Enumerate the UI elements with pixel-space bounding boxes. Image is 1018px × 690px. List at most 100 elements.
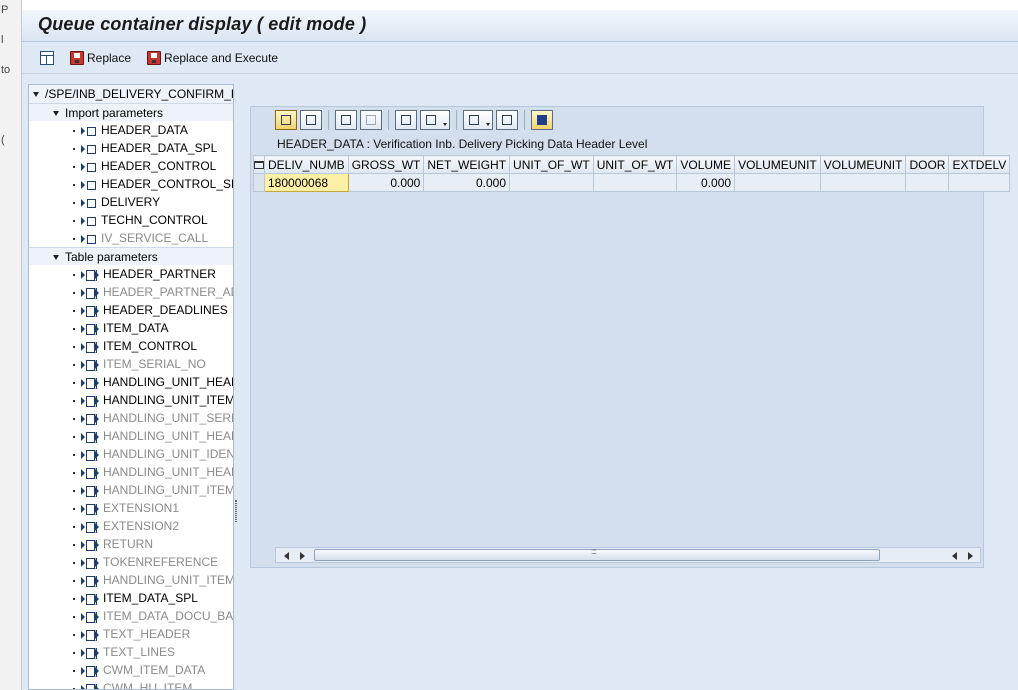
table-cell[interactable]: 0.000 bbox=[347, 173, 425, 192]
table-parameter-item[interactable]: HANDLING_UNIT_ITEM_ bbox=[29, 571, 233, 589]
table-parameter-item[interactable]: HANDLING_UNIT_ITEM bbox=[29, 391, 233, 409]
import-parameter-item[interactable]: IV_SERVICE_CALL bbox=[29, 229, 233, 247]
table-parameter-item[interactable]: EXTENSION1 bbox=[29, 499, 233, 517]
import-parameter-item[interactable]: HEADER_CONTROL bbox=[29, 157, 233, 175]
edge-char: to bbox=[1, 64, 11, 76]
table-parameter-icon bbox=[81, 611, 99, 623]
import-parameters-folder[interactable]: Import parameters bbox=[29, 103, 233, 121]
table-parameter-item[interactable]: ITEM_DATA_SPL bbox=[29, 589, 233, 607]
table-parameter-item[interactable]: HANDLING_UNIT_HEAD bbox=[29, 463, 233, 481]
scroll-left-icon[interactable] bbox=[284, 552, 289, 560]
table-parameter-item[interactable]: HEADER_PARTNER bbox=[29, 265, 233, 283]
table-parameter-item[interactable]: HANDLING_UNIT_SERNO bbox=[29, 409, 233, 427]
tree-item-label: HANDLING_UNIT_IDENT bbox=[103, 447, 233, 461]
table-cell[interactable] bbox=[905, 173, 950, 192]
tree-root-node[interactable]: /SPE/INB_DELIVERY_CONFIRM_DEC bbox=[29, 85, 233, 103]
export-icon[interactable] bbox=[463, 110, 493, 130]
row-selector[interactable] bbox=[253, 173, 265, 192]
select-all-icon[interactable] bbox=[254, 160, 264, 169]
table-cell[interactable] bbox=[734, 173, 821, 192]
column-header[interactable]: UNIT_OF_WT bbox=[509, 155, 594, 174]
import-parameter-item[interactable]: HEADER_DATA bbox=[29, 121, 233, 139]
print-icon[interactable] bbox=[395, 110, 417, 130]
table-cell[interactable]: 180000068 bbox=[264, 173, 349, 192]
table-cell[interactable]: 0.000 bbox=[676, 173, 736, 192]
table-cell[interactable] bbox=[819, 173, 907, 192]
table-parameter-item[interactable]: TEXT_LINES bbox=[29, 643, 233, 661]
bullet-icon bbox=[73, 489, 75, 492]
column-header[interactable]: DELIV_NUMB bbox=[264, 155, 349, 174]
tree-item-label: TEXT_LINES bbox=[103, 645, 176, 659]
column-header[interactable]: NET_WEIGHT bbox=[423, 155, 511, 174]
find-icon[interactable] bbox=[335, 110, 357, 130]
grid-toolbar bbox=[251, 107, 983, 133]
import-parameter-item[interactable]: DELIVERY bbox=[29, 193, 233, 211]
bullet-icon bbox=[73, 417, 75, 420]
structure-parameter-icon bbox=[81, 198, 96, 208]
select-all-cell[interactable] bbox=[253, 155, 265, 174]
scroll-right-icon[interactable] bbox=[300, 552, 305, 560]
horizontal-scrollbar[interactable] bbox=[275, 547, 981, 563]
table-cell[interactable] bbox=[592, 173, 678, 192]
table-parameter-item[interactable]: RETURN bbox=[29, 535, 233, 553]
replace-and-execute-button[interactable]: Replace and Execute bbox=[141, 49, 284, 67]
select-icon[interactable] bbox=[300, 110, 322, 130]
table-row[interactable]: 180000068 0.000 0.000 0.000 bbox=[253, 173, 1011, 192]
table-parameter-item[interactable]: ITEM_DATA bbox=[29, 319, 233, 337]
table-parameter-item[interactable]: HANDLING_UNIT_IDENT bbox=[29, 445, 233, 463]
table-parameter-item[interactable]: TOKENREFERENCE bbox=[29, 553, 233, 571]
column-header[interactable]: DOOR bbox=[905, 155, 950, 174]
column-header[interactable]: VOLUMEUNIT bbox=[819, 155, 907, 174]
bullet-icon bbox=[73, 507, 75, 510]
table-cell[interactable]: 0.000 bbox=[423, 173, 511, 192]
import-parameter-item[interactable]: HEADER_CONTROL_SPL bbox=[29, 175, 233, 193]
scroll-page-right-icon[interactable] bbox=[968, 552, 973, 560]
table-parameter-item[interactable]: CWM_HU_ITEM bbox=[29, 679, 233, 689]
layout-icon[interactable] bbox=[496, 110, 518, 130]
import-parameter-item[interactable]: TECHN_CONTROL bbox=[29, 211, 233, 229]
table-parameter-item[interactable]: HEADER_PARTNER_ADD bbox=[29, 283, 233, 301]
column-header[interactable]: VOLUME bbox=[676, 155, 736, 174]
table-parameter-icon bbox=[81, 341, 99, 353]
tree-item-label: TOKENREFERENCE bbox=[103, 555, 219, 569]
pane-splitter[interactable] bbox=[234, 84, 240, 690]
table-parameter-item[interactable]: CWM_ITEM_DATA bbox=[29, 661, 233, 679]
replace-button[interactable]: Replace bbox=[64, 49, 137, 67]
display-table-button[interactable] bbox=[34, 49, 60, 67]
bullet-icon bbox=[73, 525, 75, 528]
tree-item-label: ITEM_SERIAL_NO bbox=[103, 357, 206, 371]
table-parameter-item[interactable]: EXTENSION2 bbox=[29, 517, 233, 535]
find-next-icon[interactable] bbox=[360, 110, 382, 130]
splitter-grip-icon[interactable] bbox=[235, 500, 237, 522]
scroll-thumb[interactable] bbox=[314, 547, 880, 561]
table-cell[interactable] bbox=[948, 173, 1011, 192]
views-icon[interactable] bbox=[420, 110, 450, 130]
bullet-icon bbox=[73, 651, 75, 654]
application-toolbar: Replace Replace and Execute bbox=[22, 42, 1018, 74]
table-parameter-item[interactable]: HEADER_DEADLINES bbox=[29, 301, 233, 319]
column-header[interactable]: EXTDELV bbox=[948, 155, 1011, 174]
expand-caret-icon[interactable] bbox=[53, 255, 59, 261]
info-icon[interactable] bbox=[531, 110, 553, 130]
details-icon[interactable] bbox=[275, 110, 297, 130]
expand-caret-icon[interactable] bbox=[33, 92, 39, 98]
table-parameter-icon bbox=[81, 287, 99, 299]
parameter-tree[interactable]: /SPE/INB_DELIVERY_CONFIRM_DEC Import par… bbox=[28, 84, 234, 690]
table-parameter-item[interactable]: HANDLING_UNIT_HEAD bbox=[29, 427, 233, 445]
column-header[interactable]: VOLUMEUNIT bbox=[734, 155, 821, 174]
import-parameter-item[interactable]: HEADER_DATA_SPL bbox=[29, 139, 233, 157]
table-parameter-item[interactable]: TEXT_HEADER bbox=[29, 625, 233, 643]
structure-parameter-icon bbox=[81, 180, 96, 190]
table-parameter-item[interactable]: ITEM_SERIAL_NO bbox=[29, 355, 233, 373]
table-cell[interactable] bbox=[509, 173, 594, 192]
column-header[interactable]: UNIT_OF_WT bbox=[592, 155, 678, 174]
table-parameter-item[interactable]: ITEM_CONTROL bbox=[29, 337, 233, 355]
table-parameter-item[interactable]: ITEM_DATA_DOCU_BAT bbox=[29, 607, 233, 625]
import-parameters-label: Import parameters bbox=[65, 106, 164, 120]
expand-caret-icon[interactable] bbox=[53, 111, 59, 117]
table-parameter-item[interactable]: HANDLING_UNIT_HEADER bbox=[29, 373, 233, 391]
column-header[interactable]: GROSS_WT bbox=[347, 155, 425, 174]
table-parameters-folder[interactable]: Table parameters bbox=[29, 247, 233, 265]
table-parameter-item[interactable]: HANDLING_UNIT_ITEMS bbox=[29, 481, 233, 499]
scroll-page-left-icon[interactable] bbox=[952, 552, 957, 560]
